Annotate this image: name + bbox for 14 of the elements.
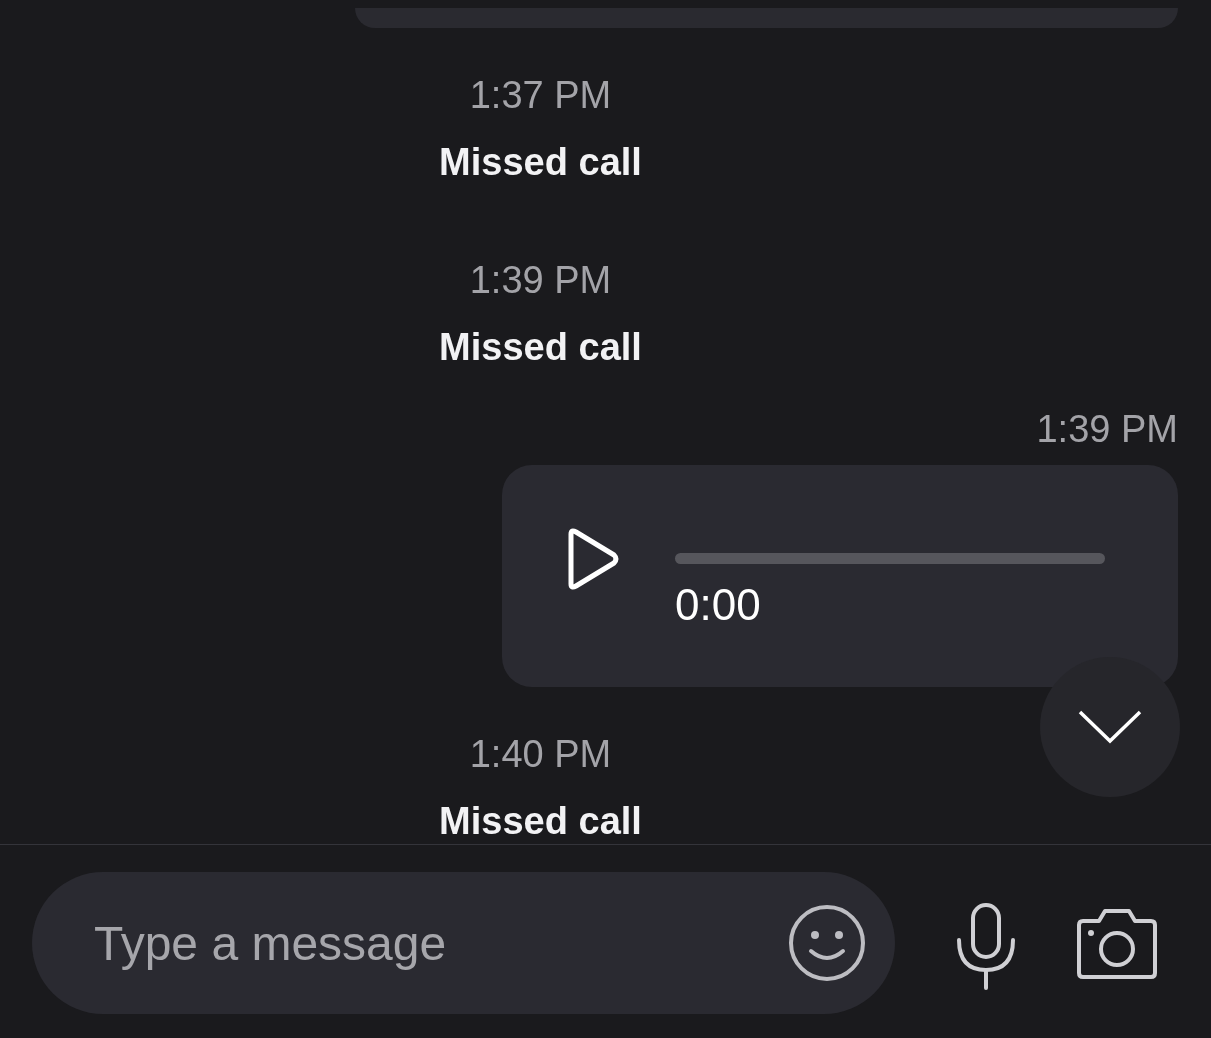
camera-icon[interactable] [1075,907,1159,981]
missed-call-text: Missed call [439,799,642,843]
timestamp: 1:40 PM [469,732,612,776]
message-input-field[interactable]: Type a message [32,872,895,1014]
message-input[interactable]: Type a message [92,914,787,972]
emoji-icon[interactable] [787,903,867,983]
timestamp: 1:39 PM [1036,407,1178,451]
chevron-down-icon[interactable] [1077,709,1143,745]
duration-text: 0:00 [675,582,761,628]
timestamp: 1:39 PM [469,258,612,302]
timestamp: 1:37 PM [469,73,612,117]
missed-call-text: Missed call [439,140,642,184]
audio-progress-track[interactable] [675,553,1105,564]
missed-call-text: Missed call [439,325,642,369]
